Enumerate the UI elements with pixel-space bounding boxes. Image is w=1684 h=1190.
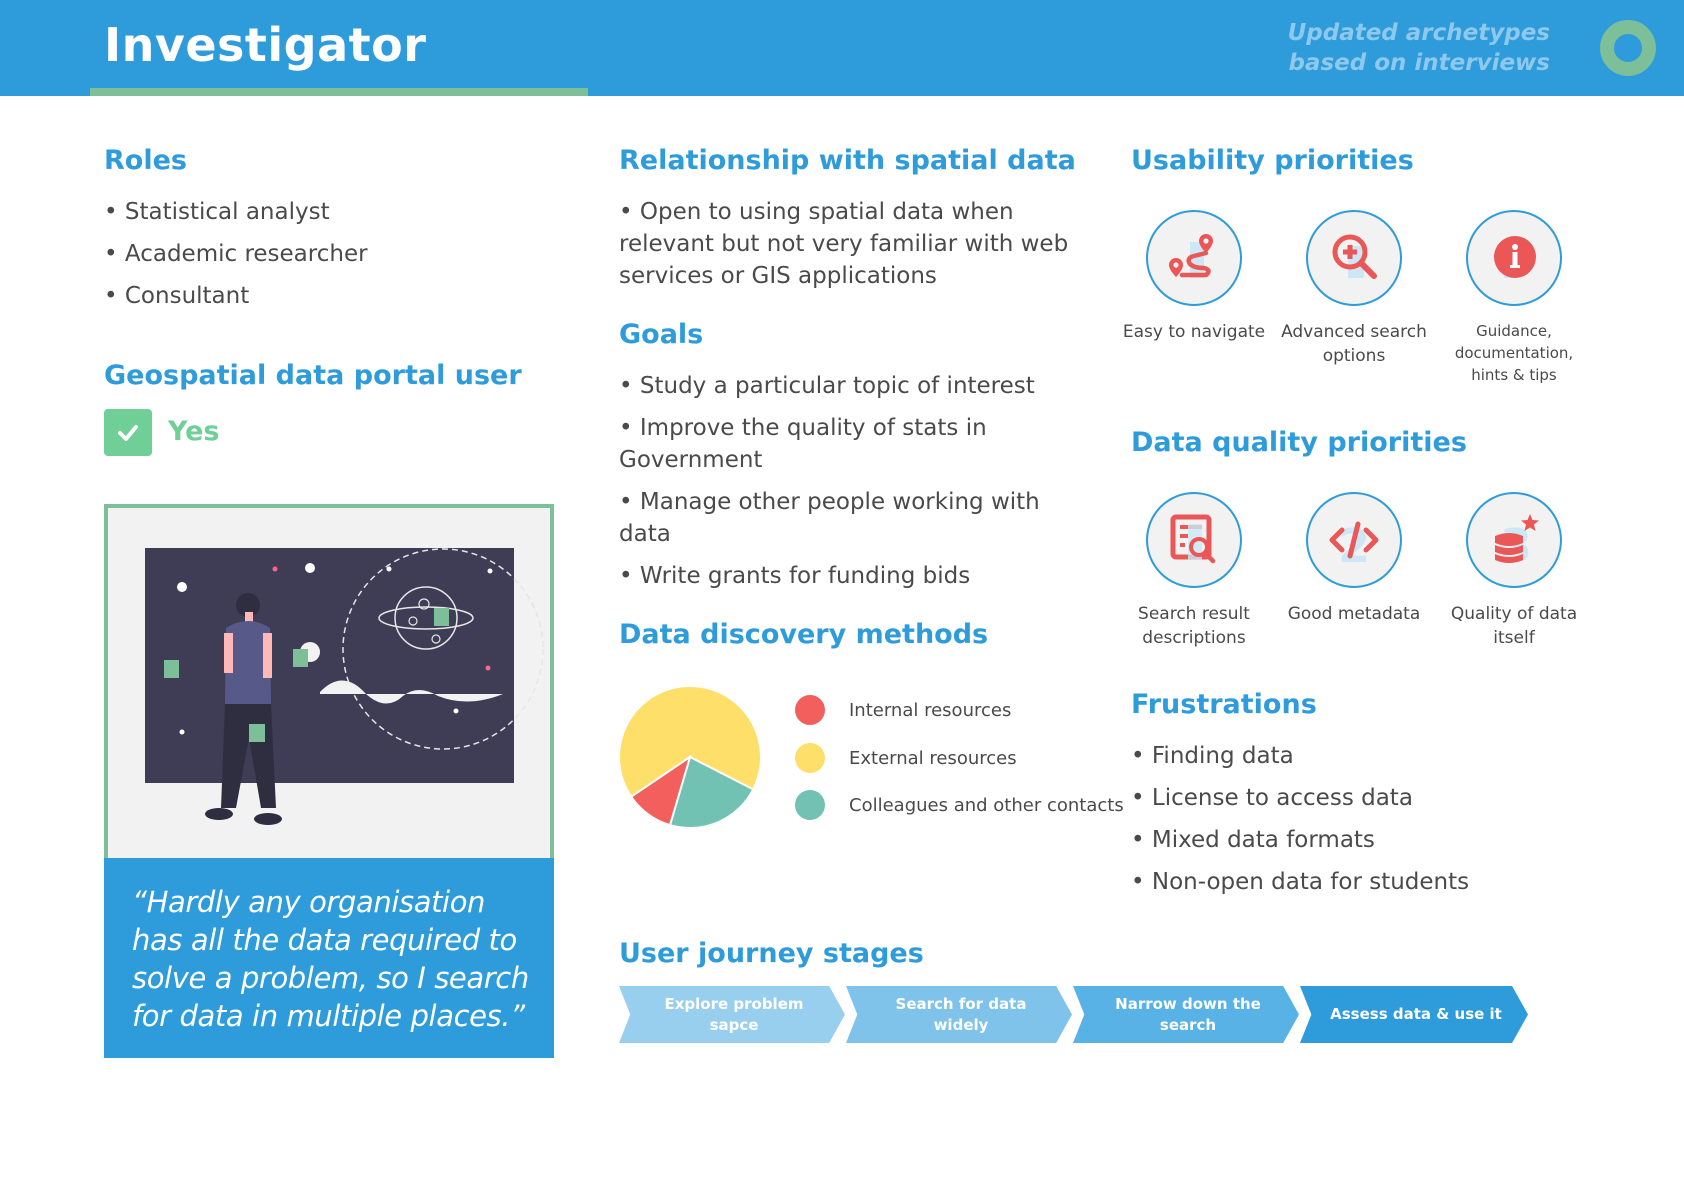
illustration-frame <box>104 504 554 860</box>
priority-circle: 3 <box>1466 492 1562 588</box>
goals-item: • Write grants for funding bids <box>619 563 971 589</box>
person-viewing-space-board-illustration <box>145 548 544 825</box>
usability-item-guidance: Guidance, documentation, hints & tips <box>1434 210 1594 386</box>
goals-item: • Improve the quality of stats in Govern… <box>619 415 987 473</box>
priority-circle <box>1146 210 1242 306</box>
portal-user-heading: Geospatial data portal user <box>104 360 522 391</box>
usability-heading: Usability priorities <box>1131 145 1414 176</box>
priority-circle <box>1466 210 1562 306</box>
legend-item-internal: Internal resources <box>795 695 1011 725</box>
relationship-heading: Relationship with spatial data <box>619 145 1076 176</box>
journey-stage-narrow[interactable]: Narrow down the search <box>1073 986 1299 1043</box>
relationship-text: • Open to using spatial data when releva… <box>619 199 1069 289</box>
frustrations-item: • Mixed data formats <box>1131 827 1375 853</box>
legend-dot <box>795 695 825 725</box>
subtitle-line-1: Updated archetypes <box>1287 20 1550 46</box>
journey-stage-explore[interactable]: Explore problem sapce <box>619 986 845 1043</box>
legend-dot <box>795 743 825 773</box>
usability-item-advanced-search: Advanced search options <box>1274 210 1434 368</box>
title-underline <box>90 88 588 96</box>
priority-label: Good metadata <box>1287 604 1421 624</box>
priority-label: Quality of data itself <box>1450 604 1578 648</box>
route-map-pin-icon <box>1169 234 1213 278</box>
frustrations-item: • License to access data <box>1131 785 1413 811</box>
usability-item-navigate: Easy to navigate <box>1114 210 1274 344</box>
roles-item: • Consultant <box>104 283 250 309</box>
legend-label: Colleagues and other contacts <box>849 794 1124 816</box>
frustrations-list: • Finding data • License to access data … <box>1131 740 1611 908</box>
priority-circle <box>1306 210 1402 306</box>
roles-heading: Roles <box>104 145 187 176</box>
goals-item: • Study a particular topic of interest <box>619 373 1035 399</box>
legend-item-colleagues: Colleagues and other contacts <box>795 790 1124 820</box>
data-quality-heading: Data quality priorities <box>1131 427 1467 458</box>
journey-heading: User journey stages <box>619 938 924 969</box>
priority-label: Advanced search options <box>1281 322 1427 366</box>
journey-stage-assess[interactable]: Assess data & use it <box>1300 986 1528 1043</box>
header-subtitle: Updated archetypes based on interviews <box>1250 18 1550 78</box>
info-icon <box>1494 236 1536 278</box>
goals-list: • Study a particular topic of interest •… <box>619 370 1069 602</box>
database-star-icon: 3 <box>1495 514 1539 570</box>
subtitle-line-2: based on interviews <box>1288 50 1550 76</box>
data-quality-item-descriptions: Search result descriptions <box>1114 492 1274 650</box>
data-quality-item-metadata: 2 Good metadata <box>1274 492 1434 626</box>
roles-item: • Statistical analyst <box>104 199 330 225</box>
journey-stage-search[interactable]: Search for data widely <box>846 986 1072 1043</box>
zoom-plus-magnifier-icon <box>1332 234 1377 279</box>
quote-text: “Hardly any organisation has all the dat… <box>132 885 529 1033</box>
legend-label: External resources <box>849 747 1017 769</box>
legend-item-external: External resources <box>795 743 1017 773</box>
discovery-pie-chart <box>618 685 762 829</box>
frustrations-heading: Frustrations <box>1131 689 1317 720</box>
priority-circle <box>1146 492 1242 588</box>
priority-label: Search result descriptions <box>1138 604 1250 648</box>
portal-user-value: Yes <box>168 416 220 447</box>
data-quality-item-quality: 3 Quality of data itself <box>1434 492 1594 650</box>
priority-label: Easy to navigate <box>1122 322 1266 342</box>
roles-item: • Academic researcher <box>104 241 368 267</box>
priority-label: Guidance, documentation, hints & tips <box>1454 322 1574 384</box>
frustrations-item: • Non-open data for students <box>1131 869 1470 895</box>
code-brackets-icon: 2 <box>1329 519 1379 570</box>
priority-circle: 2 <box>1306 492 1402 588</box>
discovery-heading: Data discovery methods <box>619 619 989 650</box>
portal-user-checkbox <box>104 409 152 456</box>
quote-box: “Hardly any organisation has all the dat… <box>104 858 554 1058</box>
roles-list: • Statistical analyst • Academic researc… <box>104 196 368 322</box>
page-title: Investigator <box>104 18 427 72</box>
goals-heading: Goals <box>619 319 704 350</box>
frustrations-item: • Finding data <box>1131 743 1294 769</box>
document-search-icon <box>1170 514 1216 564</box>
legend-dot <box>795 790 825 820</box>
goals-item: • Manage other people working with data <box>619 489 1040 547</box>
ring-logo-icon <box>1600 20 1656 76</box>
checkmark-icon <box>118 424 138 441</box>
legend-label: Internal resources <box>849 699 1012 721</box>
